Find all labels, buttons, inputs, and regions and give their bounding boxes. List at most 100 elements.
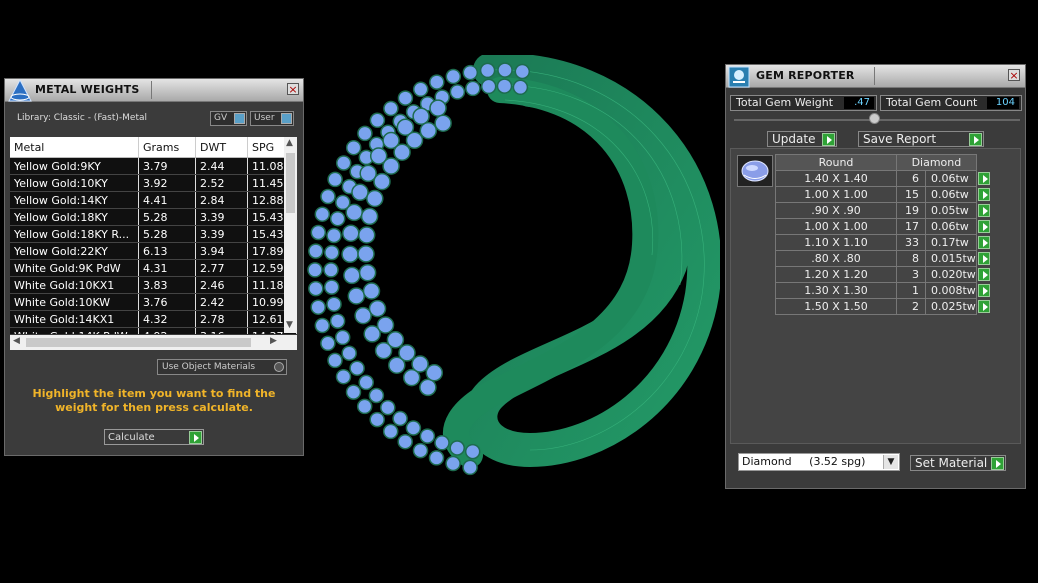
col-dwt[interactable]: DWT bbox=[195, 137, 248, 158]
gem-stone bbox=[354, 306, 372, 325]
gem-row-select-icon[interactable] bbox=[977, 267, 990, 281]
gem-table-row[interactable]: 1.00 X 1.00 17 0.06tw bbox=[775, 218, 992, 235]
gem-row-select-icon[interactable] bbox=[977, 283, 990, 297]
gem-stone bbox=[314, 206, 331, 222]
title-divider bbox=[874, 67, 875, 85]
metal-cell-dwt: 3.39 bbox=[195, 208, 248, 226]
gv-toggle[interactable]: GV bbox=[210, 111, 247, 126]
ring-model-viewport[interactable] bbox=[300, 55, 720, 480]
gem-stone bbox=[345, 139, 362, 156]
metal-table-row[interactable]: Yellow Gold:9KY 3.79 2.44 11.08 bbox=[10, 157, 297, 175]
gem-row-select-icon[interactable] bbox=[977, 187, 990, 201]
gem-row-select-icon[interactable] bbox=[977, 251, 990, 265]
gem-stone bbox=[343, 266, 361, 285]
gem-stone bbox=[434, 435, 450, 451]
gem-row-select-icon[interactable] bbox=[977, 203, 990, 217]
gem-row-select-icon[interactable] bbox=[977, 171, 990, 185]
gem-stone bbox=[512, 79, 529, 96]
gem-stone bbox=[419, 378, 437, 397]
set-material-go-icon[interactable] bbox=[991, 457, 1004, 470]
gem-stone bbox=[369, 411, 385, 428]
metal-cell-grams: 4.41 bbox=[138, 191, 196, 209]
gem-stone bbox=[376, 316, 395, 334]
material-select[interactable]: Diamond (3.52 spg) ▼ bbox=[738, 453, 900, 471]
gem-reporter-titlebar[interactable]: GEM REPORTER × bbox=[726, 65, 1025, 88]
metal-weights-close-icon[interactable]: × bbox=[287, 83, 299, 95]
scroll-left-icon[interactable]: ◀ bbox=[13, 336, 20, 346]
scroll-up-icon[interactable]: ▲ bbox=[286, 138, 293, 148]
calculate-go-icon[interactable] bbox=[189, 431, 202, 444]
gem-stone bbox=[412, 107, 430, 126]
vscroll-thumb[interactable] bbox=[286, 153, 295, 213]
gem-cell-tw: 0.05tw bbox=[925, 202, 977, 219]
gem-row-select-icon[interactable] bbox=[977, 299, 990, 313]
round-gem-thumbnail[interactable] bbox=[737, 155, 773, 187]
gem-stone bbox=[362, 282, 381, 300]
save-report-button[interactable]: Save Report bbox=[858, 131, 984, 147]
gem-stone bbox=[360, 207, 379, 226]
metal-cell-metal: Yellow Gold:18KY R... bbox=[10, 225, 139, 243]
panel-splitter-handle[interactable] bbox=[869, 113, 880, 124]
gem-reporter-close-icon[interactable]: × bbox=[1008, 69, 1020, 81]
gem-cell-tw: 0.008tw bbox=[925, 282, 977, 299]
col-metal[interactable]: Metal bbox=[10, 137, 139, 158]
gem-cell-count: 19 bbox=[896, 202, 926, 219]
hscroll-thumb[interactable] bbox=[26, 338, 251, 347]
gem-stone bbox=[514, 63, 531, 80]
metal-table-row[interactable]: Yellow Gold:10KY 3.92 2.52 11.45 bbox=[10, 174, 297, 192]
metal-cell-dwt: 2.44 bbox=[195, 157, 248, 175]
metal-table-row[interactable]: White Gold:9K PdW 4.31 2.77 12.59 bbox=[10, 259, 297, 277]
gem-table-row[interactable]: 1.10 X 1.10 33 0.17tw bbox=[775, 234, 992, 251]
gem-cell-count: 6 bbox=[896, 170, 926, 187]
metal-table-hscrollbar[interactable]: ◀ ▶ bbox=[10, 335, 297, 350]
update-button[interactable]: Update bbox=[767, 131, 837, 147]
gem-stone bbox=[425, 364, 444, 382]
user-toggle[interactable]: User bbox=[250, 111, 294, 126]
metal-table-row[interactable]: White Gold:10KX1 3.83 2.46 11.18 bbox=[10, 276, 297, 294]
gem-table-row[interactable]: 1.00 X 1.00 15 0.06tw bbox=[775, 186, 992, 203]
gem-row-select-icon[interactable] bbox=[977, 235, 990, 249]
metal-table-row[interactable]: Yellow Gold:22KY 6.13 3.94 17.89 bbox=[10, 242, 297, 260]
metal-table-row[interactable]: Yellow Gold:14KY 4.41 2.84 12.88 bbox=[10, 191, 297, 209]
gem-table-row[interactable]: 1.30 X 1.30 1 0.008tw bbox=[775, 282, 992, 299]
gem-stone bbox=[397, 433, 413, 450]
use-object-materials-label: Use Object Materials bbox=[162, 362, 256, 372]
calculate-button[interactable]: Calculate bbox=[104, 429, 204, 445]
update-go-icon[interactable] bbox=[822, 133, 835, 146]
gem-table-row[interactable]: 1.20 X 1.20 3 0.020tw bbox=[775, 266, 992, 283]
gem-stone bbox=[323, 279, 340, 295]
metal-table-row[interactable]: Yellow Gold:18KY R... 5.28 3.39 15.43 bbox=[10, 225, 297, 243]
gem-cell-size: 1.50 X 1.50 bbox=[775, 298, 897, 315]
gem-reporter-panel: GEM REPORTER × Total Gem Weight .47 Tota… bbox=[725, 64, 1026, 489]
save-report-go-icon[interactable] bbox=[969, 133, 982, 146]
gem-stone bbox=[351, 183, 369, 202]
use-object-materials-option[interactable]: Use Object Materials bbox=[157, 359, 287, 375]
use-object-materials-radio[interactable] bbox=[274, 362, 284, 372]
gem-stone bbox=[320, 335, 336, 352]
scroll-down-icon[interactable]: ▼ bbox=[286, 320, 293, 330]
metal-table-row[interactable]: Yellow Gold:18KY 5.28 3.39 15.43 bbox=[10, 208, 297, 226]
gem-table-row[interactable]: .90 X .90 19 0.05tw bbox=[775, 202, 992, 219]
set-material-button[interactable]: Set Material bbox=[910, 455, 1006, 471]
scroll-right-icon[interactable]: ▶ bbox=[270, 336, 277, 346]
col-grams[interactable]: Grams bbox=[138, 137, 196, 158]
gem-cell-count: 33 bbox=[896, 234, 926, 251]
gem-row-select-icon[interactable] bbox=[977, 219, 990, 233]
chevron-down-icon[interactable]: ▼ bbox=[883, 455, 898, 469]
gem-table-row[interactable]: 1.40 X 1.40 6 0.06tw bbox=[775, 170, 992, 187]
gem-cell-size: 1.20 X 1.20 bbox=[775, 266, 897, 283]
metal-cell-dwt: 3.16 bbox=[195, 327, 248, 334]
gem-stone bbox=[310, 299, 326, 315]
gem-table-row[interactable]: 1.50 X 1.50 2 0.025tw bbox=[775, 298, 992, 315]
metal-table-row[interactable]: White Gold:14KX1 4.32 2.78 12.61 bbox=[10, 310, 297, 328]
gem-stone bbox=[334, 329, 351, 346]
metal-table-row[interactable]: White Gold:10KW 3.76 2.42 10.99 bbox=[10, 293, 297, 311]
metal-table-row[interactable]: White Gold:14K PdW4.923.1614.37 bbox=[10, 327, 297, 334]
gem-table-row[interactable]: .80 X .80 8 0.015tw bbox=[775, 250, 992, 267]
metal-weights-titlebar[interactable]: METAL WEIGHTS × bbox=[5, 78, 303, 102]
gem-stone bbox=[345, 203, 363, 222]
total-gem-weight-label: Total Gem Weight bbox=[736, 96, 834, 109]
metal-weights-title: METAL WEIGHTS bbox=[35, 83, 140, 96]
gem-stone bbox=[308, 280, 324, 297]
metal-table-vscrollbar[interactable]: ▲ ▼ bbox=[284, 137, 297, 333]
